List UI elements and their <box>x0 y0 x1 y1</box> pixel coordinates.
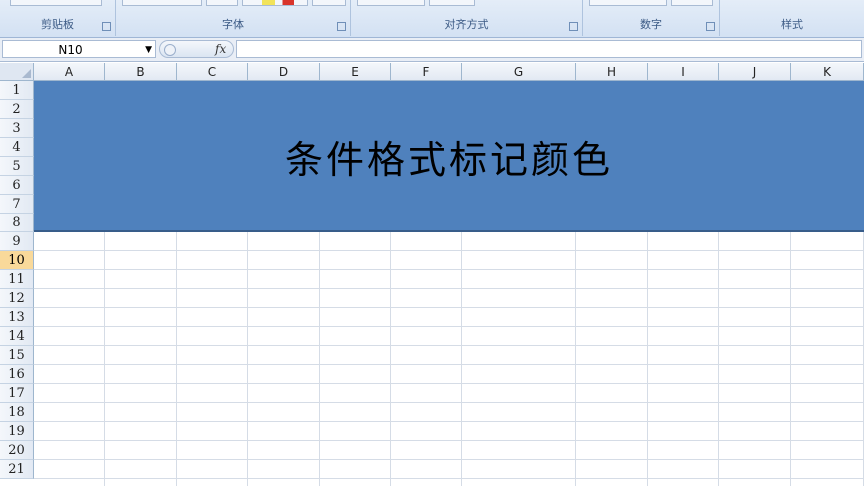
row-header[interactable]: 19 <box>0 422 34 441</box>
column-header[interactable]: K <box>791 63 864 81</box>
clipboard-control[interactable] <box>10 0 102 6</box>
ribbon-group-clipboard: 剪贴板 <box>0 0 116 36</box>
row-header[interactable]: 7 <box>0 195 34 214</box>
name-box-value: N10 <box>58 43 83 57</box>
gridline-horizontal <box>34 269 864 270</box>
row-header[interactable]: 8 <box>0 214 34 232</box>
row-header[interactable]: 13 <box>0 308 34 327</box>
ribbon-group-label: 样式 <box>781 18 803 31</box>
column-header[interactable]: J <box>719 63 791 81</box>
dialog-launcher-icon[interactable] <box>706 22 715 31</box>
gridline-horizontal <box>34 288 864 289</box>
row-header[interactable]: 16 <box>0 365 34 384</box>
row-header[interactable]: 2 <box>0 100 34 119</box>
row-header[interactable]: 11 <box>0 270 34 289</box>
column-header[interactable]: E <box>320 63 391 81</box>
column-header[interactable]: D <box>248 63 320 81</box>
ribbon: 剪贴板 字体 对齐方式 数字 样式 <box>0 0 864 38</box>
row-header[interactable]: 9 <box>0 232 34 251</box>
number-format-control[interactable] <box>589 0 667 6</box>
ribbon-group-alignment: 对齐方式 <box>351 0 583 36</box>
select-all-button[interactable] <box>0 63 34 81</box>
resize-handle-icon[interactable] <box>164 44 176 56</box>
merged-title-cell[interactable]: 条件格式标记颜色 <box>34 81 864 232</box>
column-headers: ABCDEFGHIJK <box>34 63 864 81</box>
gridline-horizontal <box>34 326 864 327</box>
dialog-launcher-icon[interactable] <box>337 22 346 31</box>
gridline-horizontal <box>34 364 864 365</box>
ribbon-group-number: 数字 <box>583 0 720 36</box>
dropdown-arrow-icon[interactable]: ▼ <box>145 41 152 59</box>
row-header[interactable]: 10 <box>0 251 34 270</box>
alignment-control[interactable] <box>429 0 475 6</box>
column-header[interactable]: I <box>648 63 719 81</box>
column-header[interactable]: H <box>576 63 648 81</box>
select-all-icon <box>22 69 31 78</box>
row-header[interactable]: 4 <box>0 138 34 157</box>
gridline-horizontal <box>34 307 864 308</box>
font-size-control[interactable] <box>122 0 202 6</box>
number-format-control[interactable] <box>671 0 713 6</box>
row-header[interactable]: 20 <box>0 441 34 460</box>
row-header[interactable]: 17 <box>0 384 34 403</box>
gridline-horizontal <box>34 459 864 460</box>
row-header[interactable]: 14 <box>0 327 34 346</box>
name-box[interactable]: N10 ▼ <box>2 40 156 58</box>
ribbon-group-label: 对齐方式 <box>444 18 489 31</box>
row-header[interactable]: 1 <box>0 81 34 100</box>
formula-input[interactable] <box>236 40 862 58</box>
column-header[interactable]: B <box>105 63 177 81</box>
dialog-launcher-icon[interactable] <box>569 22 578 31</box>
column-header[interactable]: F <box>391 63 462 81</box>
gridline-horizontal <box>34 383 864 384</box>
font-color-control[interactable] <box>312 0 346 6</box>
gridline-horizontal <box>34 440 864 441</box>
row-header[interactable]: 3 <box>0 119 34 138</box>
ribbon-group-styles: 样式 <box>720 0 864 36</box>
gridline-horizontal <box>34 250 864 251</box>
formula-bar: N10 ▼ fx <box>0 38 864 62</box>
column-header[interactable]: G <box>462 63 576 81</box>
row-header[interactable]: 18 <box>0 403 34 422</box>
alignment-control[interactable] <box>357 0 425 6</box>
gridline-horizontal <box>34 421 864 422</box>
ribbon-group-label: 剪贴板 <box>41 18 74 31</box>
row-header[interactable]: 15 <box>0 346 34 365</box>
fill-color-control[interactable] <box>242 0 308 6</box>
gridline-horizontal <box>34 402 864 403</box>
dialog-launcher-icon[interactable] <box>102 22 111 31</box>
row-header[interactable]: 6 <box>0 176 34 195</box>
ribbon-group-label: 数字 <box>640 18 662 31</box>
row-header[interactable]: 21 <box>0 460 34 479</box>
sheet-title: 条件格式标记颜色 <box>284 138 613 182</box>
ribbon-group-label: 字体 <box>222 18 244 31</box>
formula-buttons: fx <box>159 40 234 58</box>
font-control[interactable] <box>206 0 238 6</box>
gridline-horizontal <box>34 345 864 346</box>
column-header[interactable]: A <box>34 63 105 81</box>
row-header[interactable]: 5 <box>0 157 34 176</box>
insert-function-button[interactable]: fx <box>215 41 226 58</box>
gridline-horizontal <box>34 478 864 479</box>
column-header[interactable]: C <box>177 63 248 81</box>
row-header[interactable]: 12 <box>0 289 34 308</box>
ribbon-group-font: 字体 <box>116 0 351 36</box>
